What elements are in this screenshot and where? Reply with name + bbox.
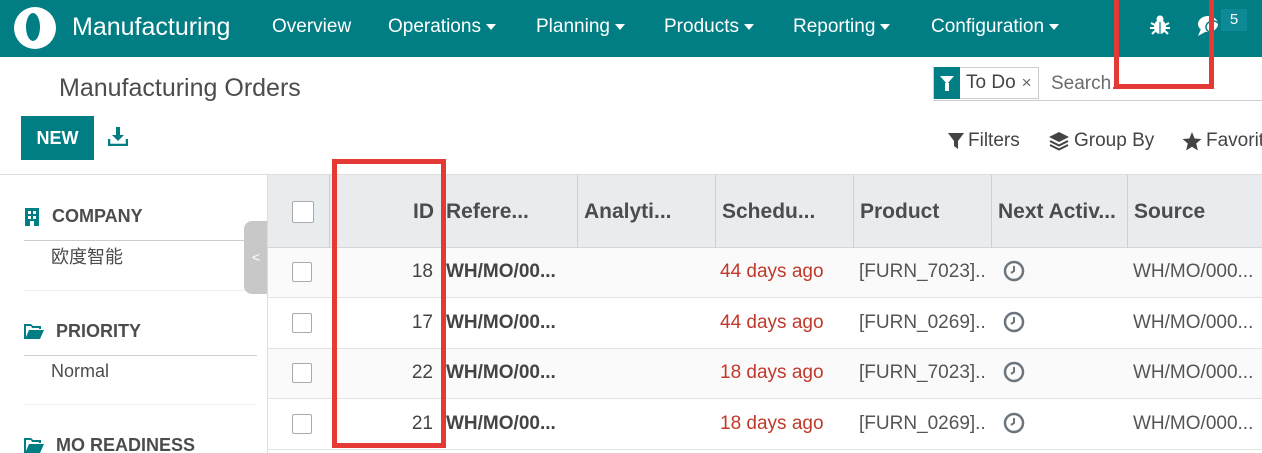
- row-checkbox[interactable]: [292, 414, 312, 434]
- star-icon: [1182, 131, 1202, 150]
- search-facet: To Do ×: [933, 67, 1039, 99]
- menu-reporting[interactable]: Reporting: [793, 16, 891, 38]
- cell-reference: WH/MO/00...: [446, 312, 556, 333]
- cell-product: [FURN_0269]...: [859, 312, 984, 333]
- row-checkbox[interactable]: [292, 363, 312, 383]
- menu-overview[interactable]: Overview: [272, 16, 351, 38]
- app-name[interactable]: Manufacturing: [72, 13, 230, 42]
- cell-source: WH/MO/000...: [1133, 312, 1254, 333]
- clock-icon[interactable]: [1003, 412, 1025, 434]
- side-item-company[interactable]: 欧度智能: [24, 242, 257, 291]
- cell-product: [FURN_7023]...: [859, 362, 984, 383]
- layers-icon: [1049, 132, 1069, 151]
- clock-icon[interactable]: [1003, 361, 1025, 383]
- column-header-scheduled[interactable]: Schedu...: [716, 175, 854, 248]
- app-logo-icon[interactable]: [14, 7, 56, 49]
- side-item-priority[interactable]: Normal: [24, 356, 257, 405]
- new-button[interactable]: NEW: [21, 116, 94, 160]
- cell-scheduled: 18 days ago: [720, 362, 824, 383]
- highlight-id-column: [332, 159, 446, 448]
- folder-open-icon: [24, 437, 44, 453]
- cell-reference: WH/MO/00...: [446, 362, 556, 383]
- group-by-button[interactable]: Group By: [1048, 130, 1154, 152]
- filter-icon: [948, 133, 964, 149]
- cell-reference: WH/MO/00...: [446, 261, 556, 282]
- side-section-mo-readiness: MO READINESS: [24, 435, 195, 453]
- select-all-checkbox[interactable]: [292, 201, 314, 223]
- side-section-company: COMPANY: [24, 206, 143, 227]
- folder-open-icon: [24, 323, 44, 339]
- menu-operations[interactable]: Operations: [388, 16, 496, 38]
- column-header-source[interactable]: Source: [1128, 175, 1262, 248]
- facet-label: To Do: [966, 72, 1016, 93]
- facet-remove-icon[interactable]: ×: [1022, 73, 1038, 93]
- column-header-analytic[interactable]: Analyti...: [578, 175, 716, 248]
- menu-configuration[interactable]: Configuration: [931, 16, 1060, 38]
- cell-scheduled: 44 days ago: [720, 261, 824, 282]
- menu-products[interactable]: Products: [664, 16, 754, 38]
- page-title: Manufacturing Orders: [59, 74, 301, 102]
- chevron-down-icon: [1049, 23, 1060, 30]
- cell-reference: WH/MO/00...: [446, 413, 556, 434]
- row-checkbox[interactable]: [292, 262, 312, 282]
- chevron-down-icon: [743, 23, 754, 30]
- cell-product: [FURN_0269]...: [859, 413, 984, 434]
- cell-product: [FURN_7023]...: [859, 261, 984, 282]
- cell-source: WH/MO/000...: [1133, 261, 1254, 282]
- chat-count-badge: 5: [1221, 9, 1247, 31]
- cell-scheduled: 18 days ago: [720, 413, 824, 434]
- filter-icon: [934, 67, 960, 99]
- highlight-debug-icon: [1114, 0, 1214, 89]
- chevron-down-icon: [485, 23, 496, 30]
- column-header-next-activity[interactable]: Next Activ...: [992, 175, 1128, 248]
- cell-source: WH/MO/000...: [1133, 362, 1254, 383]
- building-icon: [25, 207, 39, 226]
- column-header-reference[interactable]: Refere...: [440, 175, 578, 248]
- menu-planning[interactable]: Planning: [536, 16, 625, 38]
- side-divider: [24, 240, 257, 241]
- cell-source: WH/MO/000...: [1133, 413, 1254, 434]
- top-navbar: Manufacturing Overview Operations Planni…: [0, 0, 1262, 57]
- row-checkbox[interactable]: [292, 313, 312, 333]
- select-all-cell: [268, 175, 330, 248]
- sidebar-collapse-handle[interactable]: <: [244, 221, 268, 294]
- chevron-down-icon: [880, 23, 891, 30]
- chevron-down-icon: [614, 23, 625, 30]
- side-section-priority: PRIORITY: [24, 321, 141, 342]
- column-header-product[interactable]: Product: [854, 175, 992, 248]
- clock-icon[interactable]: [1003, 311, 1025, 333]
- cell-scheduled: 44 days ago: [720, 312, 824, 333]
- clock-icon[interactable]: [1003, 260, 1025, 282]
- favorites-button[interactable]: Favorit: [1182, 130, 1262, 152]
- download-icon[interactable]: [108, 126, 128, 146]
- filters-button[interactable]: Filters: [948, 130, 1020, 152]
